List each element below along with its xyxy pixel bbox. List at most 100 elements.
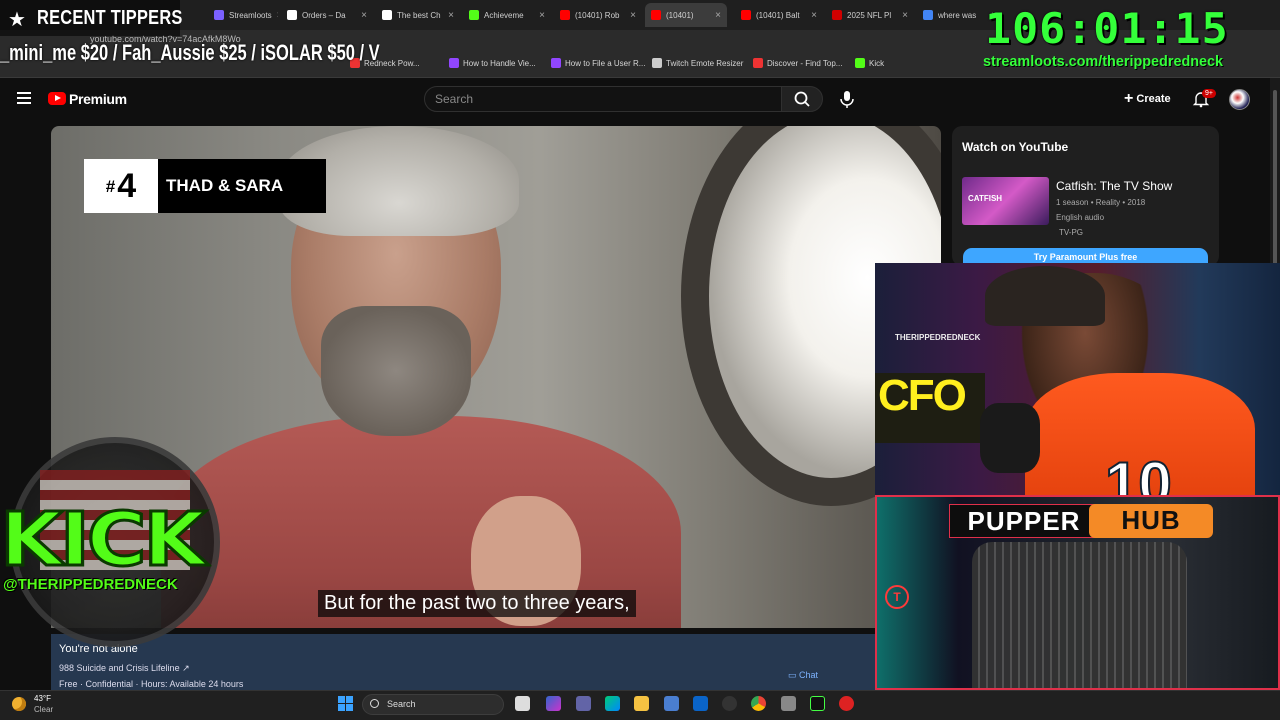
store-icon[interactable] (664, 696, 679, 711)
chrome-icon[interactable] (751, 696, 766, 711)
close-icon[interactable]: × (811, 10, 817, 21)
weather-temp[interactable]: 43°F (34, 694, 51, 703)
bookmark-label: Twitch Emote Resizer (666, 58, 744, 68)
tab-label: where was (938, 10, 977, 20)
search-button[interactable] (781, 86, 823, 112)
browser-tab[interactable]: (10401) Rob × (554, 3, 642, 27)
plus-icon: + (1124, 90, 1134, 107)
crisis-hours: Free · Confidential · Hours: Available 2… (59, 679, 244, 689)
bookmark-favicon-icon (855, 58, 865, 68)
weather-moon-icon[interactable] (12, 697, 26, 711)
tab-favicon-icon (382, 10, 392, 20)
browser-tab[interactable]: The best Ch × (376, 3, 460, 27)
bookmark-item[interactable]: How to Handle Vie... (449, 58, 536, 68)
browser-tab[interactable]: (10401) Balt × (735, 3, 823, 27)
webcam-overlay: CFO THERIPPEDREDNECK 10 (875, 263, 1280, 495)
tab-favicon-icon (469, 10, 479, 20)
bookmark-label: How to Handle Vie... (463, 58, 536, 68)
bookmark-favicon-icon (753, 58, 763, 68)
tab-label: Orders – Da (302, 10, 346, 20)
bookmark-favicon-icon (551, 58, 561, 68)
pupper-hub-overlay: PUPPER HUB T (875, 495, 1280, 690)
outlook-icon[interactable] (693, 696, 708, 711)
terminal-icon[interactable] (810, 696, 825, 711)
close-icon[interactable]: × (277, 10, 278, 21)
create-label: Create (1136, 92, 1171, 105)
thumbnail-text: CATFISH (968, 194, 1003, 203)
search-input[interactable]: Search (424, 86, 782, 112)
browser-tab[interactable]: Streamloots × (208, 3, 278, 27)
close-icon[interactable]: × (539, 10, 545, 21)
close-icon[interactable]: × (630, 10, 636, 21)
close-icon[interactable]: × (715, 10, 721, 21)
rank-banner: #4 THAD & SARA (84, 159, 326, 213)
tab-favicon-icon (651, 10, 661, 20)
menu-icon[interactable] (17, 92, 31, 104)
cam-microphone (980, 403, 1040, 473)
browser-tab[interactable]: (10401) × (645, 3, 727, 27)
bookmark-item[interactable]: How to File a User R... (551, 58, 645, 68)
teams-icon[interactable] (576, 696, 591, 711)
show-language: English audio (1056, 213, 1105, 222)
taskbar-search[interactable]: Search (362, 694, 504, 715)
tab-label: Streamloots (229, 10, 272, 20)
premium-brand[interactable]: Premium (69, 91, 127, 107)
tipper-ticker: _mini_me $20 / Fah_Aussie $25 / iSOLAR $… (0, 40, 380, 74)
pupper-label: PUPPER (949, 504, 1099, 538)
bookmark-favicon-icon (449, 58, 459, 68)
bookmark-item[interactable]: Discover - Find Top... (753, 58, 842, 68)
youtube-logo-icon[interactable] (48, 92, 66, 105)
app-red-icon[interactable] (839, 696, 854, 711)
browser-tab[interactable]: Achieveme × (463, 3, 551, 27)
show-title[interactable]: Catfish: The TV Show (1056, 179, 1172, 193)
tab-label: (10401) Rob (575, 10, 620, 20)
create-button[interactable]: + Create (1124, 90, 1171, 108)
crisis-lifeline-link[interactable]: 988 Suicide and Crisis Lifeline ↗ (59, 663, 190, 674)
tab-label: (10401) (666, 10, 694, 20)
video-caption: But for the past two to three years, (318, 590, 636, 617)
tab-label: Achieveme (484, 10, 524, 20)
cam-sign-text: CFO (878, 371, 967, 420)
app-icon[interactable] (781, 696, 796, 711)
cam-hat (985, 266, 1105, 326)
copilot-icon[interactable] (546, 696, 561, 711)
search-icon (794, 91, 810, 107)
tab-favicon-icon (741, 10, 751, 20)
notification-badge: 9+ (1202, 89, 1216, 98)
chat-label: Chat (799, 670, 819, 680)
file-explorer-icon[interactable] (634, 696, 649, 711)
bookmark-item[interactable]: Twitch Emote Resizer (652, 58, 743, 68)
obs-icon[interactable] (722, 696, 737, 711)
tippers-title: RECENT TIPPERS (37, 7, 183, 29)
close-icon[interactable]: × (448, 10, 454, 21)
show-rating: TV-PG (1059, 228, 1084, 237)
bookmark-label: Kick (869, 58, 885, 68)
panel-title: Watch on YouTube (962, 140, 1069, 154)
edge-icon[interactable] (605, 696, 620, 711)
chat-button[interactable]: ▭ Chat (788, 670, 818, 681)
close-icon[interactable]: × (361, 10, 367, 21)
bookmark-item[interactable]: Kick (855, 58, 884, 68)
microphone-icon[interactable] (836, 88, 858, 110)
tab-favicon-icon (923, 10, 933, 20)
windows-start-icon[interactable] (338, 696, 353, 711)
hub-label: HUB (1089, 504, 1213, 538)
ticker-text: _mini_me $20 / Fah_Aussie $25 / iSOLAR $… (0, 40, 380, 65)
browser-tab[interactable]: 2025 NFL Pl × (826, 3, 914, 27)
tab-label: The best Ch (397, 10, 441, 20)
browser-tab[interactable]: Orders – Da × (281, 3, 373, 27)
task-view-icon[interactable] (515, 696, 530, 711)
chat-icon: ▭ (788, 670, 800, 680)
bookmark-label: How to File a User R... (565, 58, 646, 68)
close-icon[interactable]: × (902, 10, 908, 21)
rank-name: THAD & SARA (166, 176, 284, 195)
tab-label: (10401) Balt (756, 10, 800, 20)
kick-logo: KICK (0, 496, 208, 585)
bookmark-label: Discover - Find Top... (767, 58, 843, 68)
kick-handle: @THERIPPEDREDNECK (3, 576, 178, 593)
weather-condition[interactable]: Clear (34, 705, 53, 714)
logo-icon: T (885, 585, 909, 609)
video-frame-beard (321, 306, 471, 436)
avatar[interactable] (1229, 89, 1250, 110)
tab-favicon-icon (214, 10, 224, 20)
